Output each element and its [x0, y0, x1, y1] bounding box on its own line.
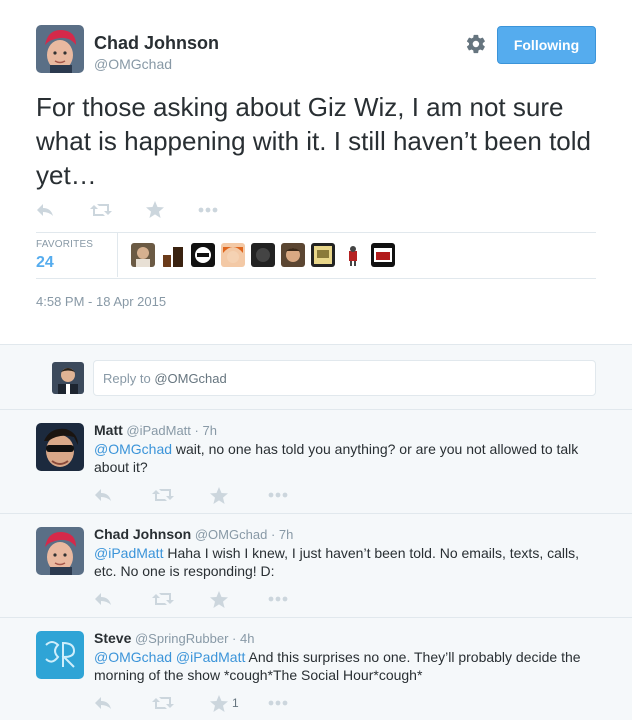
favorites-count[interactable]: 24 — [36, 254, 54, 272]
mention-link[interactable]: @OMGchad — [94, 441, 172, 457]
favorites-label: FAVORITES — [36, 239, 94, 250]
reply-tweet[interactable]: Chad Johnson @OMGchad · 7h @iPadMatt Hah… — [0, 514, 632, 618]
reply-tweet[interactable]: Steve @SpringRubber · 4h @OMGchad @iPadM… — [0, 618, 632, 720]
reply-composer: Reply to @OMGchad — [0, 344, 632, 410]
mention-link[interactable]: @iPadMatt — [94, 545, 163, 561]
favoriter-avatar[interactable] — [251, 243, 275, 267]
tweet-text: For those asking about Giz Wiz, I am not… — [36, 92, 592, 190]
reply-time[interactable]: · 7h — [271, 527, 293, 542]
tweet-actions — [36, 201, 228, 218]
reply-header: Chad Johnson @OMGchad · 7h — [94, 526, 293, 542]
favoriter-avatar[interactable] — [341, 243, 365, 267]
reply-text: @OMGchad @iPadMatt And this surprises no… — [94, 648, 594, 684]
following-button[interactable]: Following — [497, 26, 596, 64]
retweet-icon[interactable] — [152, 693, 210, 713]
more-icon[interactable] — [198, 207, 228, 213]
more-icon[interactable] — [268, 693, 326, 713]
favorite-icon[interactable]: 1 — [210, 693, 268, 713]
reply-input[interactable]: Reply to @OMGchad — [93, 360, 596, 396]
favorites-separator — [117, 233, 118, 277]
reply-author-name[interactable]: Steve — [94, 630, 131, 646]
reply-actions — [94, 589, 326, 609]
favoriter-avatar[interactable] — [371, 243, 395, 267]
more-icon[interactable] — [268, 589, 326, 609]
more-icon[interactable] — [268, 485, 326, 505]
main-tweet: Chad Johnson @OMGchad Following For thos… — [0, 0, 632, 344]
reply-actions — [94, 485, 326, 505]
favorite-count: 1 — [232, 696, 239, 710]
reply-text: @OMGchad wait, no one has told you anyth… — [94, 440, 594, 476]
reply-time[interactable]: · 4h — [232, 631, 254, 646]
mention-link[interactable]: @OMGchad — [94, 649, 172, 665]
reply-text: @iPadMatt Haha I wish I knew, I just hav… — [94, 544, 594, 580]
favoriter-avatar[interactable] — [131, 243, 155, 267]
favorite-icon[interactable] — [210, 485, 268, 505]
reply-avatar[interactable] — [36, 631, 84, 679]
reply-author-handle[interactable]: @SpringRubber — [135, 631, 228, 646]
favoriters-list — [131, 243, 401, 267]
reply-header: Matt @iPadMatt · 7h — [94, 422, 217, 438]
author-avatar[interactable] — [36, 25, 84, 73]
reply-author-handle[interactable]: @OMGchad — [195, 527, 267, 542]
retweet-icon[interactable] — [152, 589, 210, 609]
reply-avatar[interactable] — [36, 423, 84, 471]
reply-prefix: Reply to — [103, 371, 155, 386]
reply-author-name[interactable]: Chad Johnson — [94, 526, 191, 542]
mention-link[interactable]: @iPadMatt — [176, 649, 245, 665]
gear-icon[interactable] — [465, 33, 487, 55]
reply-icon[interactable] — [36, 202, 90, 218]
favoriter-avatar[interactable] — [161, 243, 185, 267]
reply-time[interactable]: · 7h — [195, 423, 217, 438]
favoriter-avatar[interactable] — [311, 243, 335, 267]
retweet-icon[interactable] — [90, 202, 146, 218]
divider — [36, 232, 596, 233]
divider — [36, 278, 596, 279]
tweet-timestamp[interactable]: 4:58 PM - 18 Apr 2015 — [36, 294, 166, 309]
favoriter-avatar[interactable] — [191, 243, 215, 267]
retweet-icon[interactable] — [152, 485, 210, 505]
author-name[interactable]: Chad Johnson — [94, 33, 219, 54]
favorite-icon[interactable] — [210, 589, 268, 609]
reply-actions: 1 — [94, 693, 326, 713]
reply-avatar[interactable] — [36, 527, 84, 575]
current-user-avatar — [52, 362, 84, 394]
reply-icon[interactable] — [94, 589, 152, 609]
favoriter-avatar[interactable] — [281, 243, 305, 267]
reply-handle: @OMGchad — [154, 371, 227, 386]
reply-author-handle[interactable]: @iPadMatt — [126, 423, 191, 438]
reply-header: Steve @SpringRubber · 4h — [94, 630, 254, 646]
reply-author-name[interactable]: Matt — [94, 422, 123, 438]
reply-tweet[interactable]: Matt @iPadMatt · 7h @OMGchad wait, no on… — [0, 410, 632, 514]
favorite-icon[interactable] — [146, 201, 198, 218]
reply-icon[interactable] — [94, 693, 152, 713]
author-handle[interactable]: @OMGchad — [94, 56, 172, 72]
favoriter-avatar[interactable] — [221, 243, 245, 267]
reply-icon[interactable] — [94, 485, 152, 505]
reply-body: Haha I wish I knew, I just haven’t been … — [94, 545, 579, 579]
